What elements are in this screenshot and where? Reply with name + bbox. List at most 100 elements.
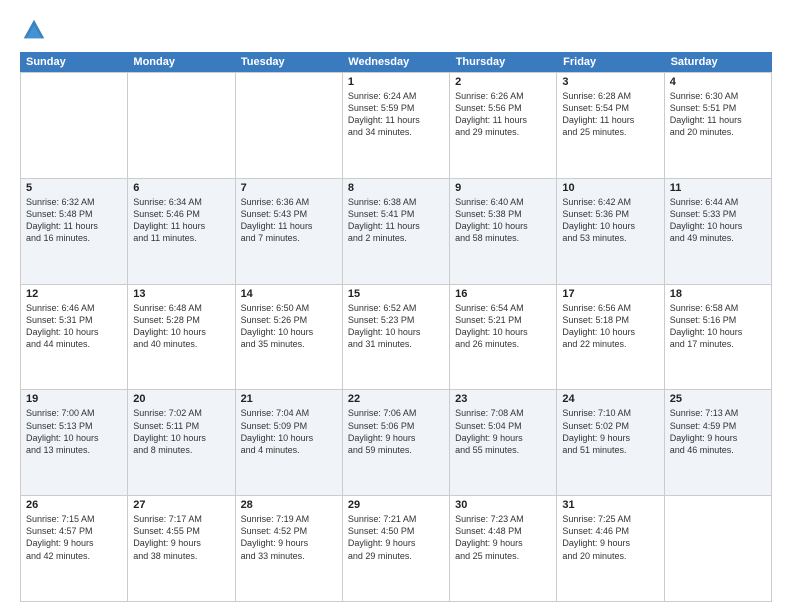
day-number: 28 [241, 499, 337, 511]
day-number: 17 [562, 288, 658, 300]
empty-cell [236, 73, 343, 178]
day-cell-9: 9 Sunrise: 6:40 AM Sunset: 5:38 PM Daylig… [450, 179, 557, 284]
day-cell-2: 2Sunrise: 6:26 AM Sunset: 5:56 PM Daylig… [450, 73, 557, 178]
day-cell-17: 17 Sunrise: 6:56 AM Sunset: 5:18 PM Dayli… [557, 285, 664, 390]
day-detail: Sunrise: 7:02 AM Sunset: 5:11 PM Dayligh… [133, 407, 229, 456]
day-number: 8 [348, 182, 444, 194]
week-row-1: 1Sunrise: 6:24 AM Sunset: 5:59 PM Daylig… [21, 72, 772, 178]
day-detail: Sunrise: 7:13 AM Sunset: 4:59 PM Dayligh… [670, 407, 766, 456]
day-detail: Sunrise: 7:15 AM Sunset: 4:57 PM Dayligh… [26, 513, 122, 562]
day-number: 29 [348, 499, 444, 511]
day-cell-23: 23 Sunrise: 7:08 AM Sunset: 5:04 PM Dayli… [450, 390, 557, 495]
day-number: 26 [26, 499, 122, 511]
day-number: 23 [455, 393, 551, 405]
header-day-sunday: Sunday [20, 52, 127, 72]
week-row-3: 12 Sunrise: 6:46 AM Sunset: 5:31 PM Dayli… [21, 284, 772, 390]
day-cell-15: 15 Sunrise: 6:52 AM Sunset: 5:23 PM Dayli… [343, 285, 450, 390]
day-number: 12 [26, 288, 122, 300]
day-cell-13: 13 Sunrise: 6:48 AM Sunset: 5:28 PM Dayli… [128, 285, 235, 390]
day-detail: Sunrise: 6:44 AM Sunset: 5:33 PM Dayligh… [670, 196, 766, 245]
day-number: 25 [670, 393, 766, 405]
empty-cell [21, 73, 128, 178]
day-cell-24: 24 Sunrise: 7:10 AM Sunset: 5:02 PM Dayli… [557, 390, 664, 495]
day-number: 27 [133, 499, 229, 511]
day-cell-18: 18 Sunrise: 6:58 AM Sunset: 5:16 PM Dayli… [665, 285, 772, 390]
calendar: SundayMondayTuesdayWednesdayThursdayFrid… [20, 52, 772, 602]
header-day-thursday: Thursday [450, 52, 557, 72]
calendar-body: 1Sunrise: 6:24 AM Sunset: 5:59 PM Daylig… [20, 72, 772, 602]
logo-icon [20, 16, 48, 44]
header-day-monday: Monday [127, 52, 234, 72]
day-number: 24 [562, 393, 658, 405]
day-cell-3: 3 Sunrise: 6:28 AM Sunset: 5:54 PM Daylig… [557, 73, 664, 178]
day-number: 22 [348, 393, 444, 405]
day-number: 31 [562, 499, 658, 511]
day-detail: Sunrise: 6:52 AM Sunset: 5:23 PM Dayligh… [348, 302, 444, 351]
day-cell-12: 12 Sunrise: 6:46 AM Sunset: 5:31 PM Dayli… [21, 285, 128, 390]
day-number: 11 [670, 182, 766, 194]
week-row-2: 5Sunrise: 6:32 AM Sunset: 5:48 PM Daylig… [21, 178, 772, 284]
day-detail: Sunrise: 6:48 AM Sunset: 5:28 PM Dayligh… [133, 302, 229, 351]
day-cell-26: 26 Sunrise: 7:15 AM Sunset: 4:57 PM Dayli… [21, 496, 128, 601]
day-number: 19 [26, 393, 122, 405]
day-number: 15 [348, 288, 444, 300]
day-detail: Sunrise: 6:34 AM Sunset: 5:46 PM Dayligh… [133, 196, 229, 245]
header-day-wednesday: Wednesday [342, 52, 449, 72]
day-cell-20: 20 Sunrise: 7:02 AM Sunset: 5:11 PM Dayli… [128, 390, 235, 495]
day-detail: Sunrise: 7:10 AM Sunset: 5:02 PM Dayligh… [562, 407, 658, 456]
day-detail: Sunrise: 7:17 AM Sunset: 4:55 PM Dayligh… [133, 513, 229, 562]
page: SundayMondayTuesdayWednesdayThursdayFrid… [0, 0, 792, 612]
day-number: 13 [133, 288, 229, 300]
day-detail: Sunrise: 7:23 AM Sunset: 4:48 PM Dayligh… [455, 513, 551, 562]
day-detail: Sunrise: 7:06 AM Sunset: 5:06 PM Dayligh… [348, 407, 444, 456]
day-cell-29: 29 Sunrise: 7:21 AM Sunset: 4:50 PM Dayli… [343, 496, 450, 601]
day-number: 18 [670, 288, 766, 300]
day-detail: Sunrise: 7:00 AM Sunset: 5:13 PM Dayligh… [26, 407, 122, 456]
day-cell-10: 10Sunrise: 6:42 AM Sunset: 5:36 PM Dayli… [557, 179, 664, 284]
day-number: 7 [241, 182, 337, 194]
header-day-friday: Friday [557, 52, 664, 72]
header-day-saturday: Saturday [665, 52, 772, 72]
header [20, 16, 772, 44]
week-row-4: 19 Sunrise: 7:00 AM Sunset: 5:13 PM Dayli… [21, 389, 772, 495]
day-detail: Sunrise: 6:46 AM Sunset: 5:31 PM Dayligh… [26, 302, 122, 351]
empty-cell [665, 496, 772, 601]
day-number: 9 [455, 182, 551, 194]
day-detail: Sunrise: 6:28 AM Sunset: 5:54 PM Dayligh… [562, 90, 658, 139]
day-detail: Sunrise: 7:08 AM Sunset: 5:04 PM Dayligh… [455, 407, 551, 456]
day-cell-25: 25 Sunrise: 7:13 AM Sunset: 4:59 PM Dayli… [665, 390, 772, 495]
day-detail: Sunrise: 7:21 AM Sunset: 4:50 PM Dayligh… [348, 513, 444, 562]
day-number: 21 [241, 393, 337, 405]
day-detail: Sunrise: 6:30 AM Sunset: 5:51 PM Dayligh… [670, 90, 766, 139]
day-cell-31: 31 Sunrise: 7:25 AM Sunset: 4:46 PM Dayli… [557, 496, 664, 601]
day-cell-16: 16Sunrise: 6:54 AM Sunset: 5:21 PM Dayli… [450, 285, 557, 390]
day-detail: Sunrise: 7:04 AM Sunset: 5:09 PM Dayligh… [241, 407, 337, 456]
day-number: 20 [133, 393, 229, 405]
day-cell-27: 27 Sunrise: 7:17 AM Sunset: 4:55 PM Dayli… [128, 496, 235, 601]
day-number: 3 [562, 76, 658, 88]
day-detail: Sunrise: 6:54 AM Sunset: 5:21 PM Dayligh… [455, 302, 551, 351]
day-detail: Sunrise: 6:56 AM Sunset: 5:18 PM Dayligh… [562, 302, 658, 351]
day-detail: Sunrise: 6:40 AM Sunset: 5:38 PM Dayligh… [455, 196, 551, 245]
day-number: 30 [455, 499, 551, 511]
calendar-header: SundayMondayTuesdayWednesdayThursdayFrid… [20, 52, 772, 72]
day-cell-21: 21 Sunrise: 7:04 AM Sunset: 5:09 PM Dayli… [236, 390, 343, 495]
day-detail: Sunrise: 6:58 AM Sunset: 5:16 PM Dayligh… [670, 302, 766, 351]
logo [20, 16, 52, 44]
day-number: 14 [241, 288, 337, 300]
day-number: 5 [26, 182, 122, 194]
day-cell-28: 28 Sunrise: 7:19 AM Sunset: 4:52 PM Dayli… [236, 496, 343, 601]
day-detail: Sunrise: 6:42 AM Sunset: 5:36 PM Dayligh… [562, 196, 658, 245]
empty-cell [128, 73, 235, 178]
day-detail: Sunrise: 7:25 AM Sunset: 4:46 PM Dayligh… [562, 513, 658, 562]
day-cell-14: 14Sunrise: 6:50 AM Sunset: 5:26 PM Dayli… [236, 285, 343, 390]
day-detail: Sunrise: 6:24 AM Sunset: 5:59 PM Dayligh… [348, 90, 444, 139]
day-cell-19: 19 Sunrise: 7:00 AM Sunset: 5:13 PM Dayli… [21, 390, 128, 495]
day-number: 4 [670, 76, 766, 88]
day-cell-4: 4 Sunrise: 6:30 AM Sunset: 5:51 PM Daylig… [665, 73, 772, 178]
day-detail: Sunrise: 6:26 AM Sunset: 5:56 PM Dayligh… [455, 90, 551, 139]
day-cell-7: 7Sunrise: 6:36 AM Sunset: 5:43 PM Daylig… [236, 179, 343, 284]
day-detail: Sunrise: 7:19 AM Sunset: 4:52 PM Dayligh… [241, 513, 337, 562]
day-cell-11: 11 Sunrise: 6:44 AM Sunset: 5:33 PM Dayli… [665, 179, 772, 284]
week-row-5: 26 Sunrise: 7:15 AM Sunset: 4:57 PM Dayli… [21, 495, 772, 601]
